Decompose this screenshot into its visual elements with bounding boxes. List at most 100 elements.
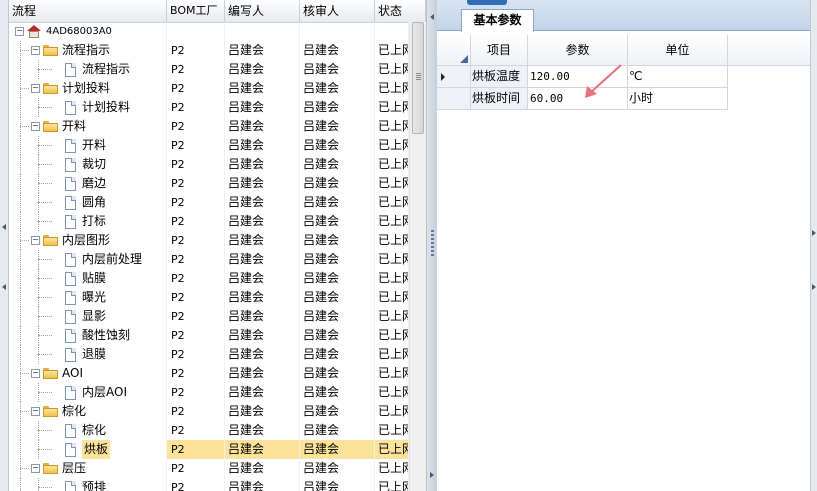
tree-row[interactable]: −层压P2吕建会吕建会已上网 [9,459,409,478]
status-cell[interactable]: 已上网 [375,478,409,491]
reviewer-cell[interactable]: 吕建会 [300,402,375,421]
writer-cell[interactable]: 吕建会 [225,212,300,231]
status-cell[interactable]: 已上网 [375,41,409,60]
tab-bar-handle[interactable] [467,0,507,5]
reviewer-cell[interactable]: 吕建会 [300,269,375,288]
status-cell[interactable]: 已上网 [375,345,409,364]
writer-cell[interactable]: 吕建会 [225,478,300,491]
writer-cell[interactable]: 吕建会 [225,117,300,136]
writer-cell[interactable]: 吕建会 [225,250,300,269]
row-indicator[interactable] [437,88,471,110]
scrollbar-thumb[interactable] [412,22,424,134]
writer-cell[interactable]: 吕建会 [225,459,300,478]
tree-row[interactable]: 内层前处理P2吕建会吕建会已上网 [9,250,409,269]
tree-node-cell[interactable]: − 4AD68003A0 [9,22,167,41]
row-indicator-icon[interactable] [437,66,471,88]
tree-node-cell[interactable]: − 流程指示 [9,41,167,60]
tree-row[interactable]: 显影P2吕建会吕建会已上网 [9,307,409,326]
bom-factory-cell[interactable]: P2 [167,155,225,174]
tree-node-cell[interactable]: − 棕化 [9,402,167,421]
status-cell[interactable]: 已上网 [375,60,409,79]
tree-node-cell[interactable]: − 内层图形 [9,231,167,250]
reviewer-cell[interactable]: 吕建会 [300,60,375,79]
reviewer-cell[interactable]: 吕建会 [300,383,375,402]
param-name-cell[interactable]: 烘板时间 [471,88,528,110]
writer-cell[interactable]: 吕建会 [225,60,300,79]
status-cell[interactable]: 已上网 [375,174,409,193]
column-header-process[interactable]: 流程 [9,0,167,22]
collapse-left-icon[interactable] [430,14,434,20]
bom-factory-cell[interactable]: P2 [167,440,225,459]
status-cell[interactable]: 已上网 [375,288,409,307]
bom-factory-cell[interactable]: P2 [167,459,225,478]
reviewer-cell[interactable]: 吕建会 [300,364,375,383]
tree-node-cell[interactable]: 内层前处理 [9,250,167,269]
tree-node-cell[interactable]: 圆角 [9,193,167,212]
writer-cell[interactable]: 吕建会 [225,402,300,421]
status-cell[interactable]: 已上网 [375,326,409,345]
tree-node-cell[interactable]: 贴膜 [9,269,167,288]
tree-node-cell[interactable]: 开料 [9,136,167,155]
reviewer-cell[interactable]: 吕建会 [300,326,375,345]
collapse-left-icon[interactable] [2,284,6,290]
tree-node-cell[interactable]: 酸性蚀刻 [9,326,167,345]
status-cell[interactable]: 已上网 [375,459,409,478]
param-unit-cell[interactable]: ℃ [628,66,728,88]
column-header-reviewer[interactable]: 核审人 [300,0,375,22]
collapse-toggle-icon[interactable]: − [31,236,40,245]
bom-factory-cell[interactable]: P2 [167,117,225,136]
writer-cell[interactable]: 吕建会 [225,307,300,326]
tree-row[interactable]: 曝光P2吕建会吕建会已上网 [9,288,409,307]
column-header-unit[interactable]: 单位 [628,35,728,66]
tree-row[interactable]: 打标P2吕建会吕建会已上网 [9,212,409,231]
writer-cell[interactable]: 吕建会 [225,364,300,383]
tree-row[interactable]: − 4AD68003A0 [9,22,409,41]
left-collapse-strip[interactable] [0,0,9,491]
tree-row[interactable]: −计划投料P2吕建会吕建会已上网 [9,79,409,98]
reviewer-cell[interactable]: 吕建会 [300,231,375,250]
status-cell[interactable]: 已上网 [375,383,409,402]
writer-cell[interactable]: 吕建会 [225,231,300,250]
reviewer-cell[interactable]: 吕建会 [300,250,375,269]
reviewer-cell[interactable]: 吕建会 [300,421,375,440]
writer-cell[interactable]: 吕建会 [225,98,300,117]
tree-row[interactable]: 开料P2吕建会吕建会已上网 [9,136,409,155]
status-cell[interactable]: 已上网 [375,307,409,326]
tree-row[interactable]: −流程指示P2吕建会吕建会已上网 [9,41,409,60]
writer-cell[interactable]: 吕建会 [225,345,300,364]
writer-cell[interactable]: 吕建会 [225,155,300,174]
tree-row[interactable]: 棕化P2吕建会吕建会已上网 [9,421,409,440]
bom-factory-cell[interactable]: P2 [167,364,225,383]
status-cell[interactable]: 已上网 [375,269,409,288]
bom-factory-cell[interactable]: P2 [167,41,225,60]
tree-row[interactable]: −AOIP2吕建会吕建会已上网 [9,364,409,383]
reviewer-cell[interactable]: 吕建会 [300,212,375,231]
tree-node-cell[interactable]: 计划投料 [9,98,167,117]
writer-cell[interactable]: 吕建会 [225,326,300,345]
bom-factory-cell[interactable]: P2 [167,193,225,212]
tree-row[interactable]: 烘板P2吕建会吕建会已上网 [9,440,409,459]
writer-cell[interactable] [225,22,300,41]
tree-row[interactable]: 预排P2吕建会吕建会已上网 [9,478,409,491]
tree-node-cell[interactable]: 流程指示 [9,60,167,79]
bom-factory-cell[interactable] [167,22,225,41]
status-cell[interactable]: 已上网 [375,117,409,136]
tree-row[interactable]: 圆角P2吕建会吕建会已上网 [9,193,409,212]
status-cell[interactable]: 已上网 [375,364,409,383]
reviewer-cell[interactable]: 吕建会 [300,98,375,117]
tree-row[interactable]: −棕化P2吕建会吕建会已上网 [9,402,409,421]
grid-corner-icon[interactable] [437,35,471,66]
reviewer-cell[interactable]: 吕建会 [300,459,375,478]
tree-row[interactable]: 流程指示P2吕建会吕建会已上网 [9,60,409,79]
status-cell[interactable]: 已上网 [375,250,409,269]
bom-factory-cell[interactable]: P2 [167,98,225,117]
status-cell[interactable]: 已上网 [375,421,409,440]
writer-cell[interactable]: 吕建会 [225,174,300,193]
writer-cell[interactable]: 吕建会 [225,41,300,60]
expand-right-icon[interactable] [812,284,816,290]
right-collapse-strip[interactable] [810,0,817,491]
tab-basic-parameters[interactable]: 基本参数 [461,9,534,32]
bom-factory-cell[interactable]: P2 [167,478,225,491]
tree-node-cell[interactable]: 裁切 [9,155,167,174]
tree-node-cell[interactable]: 棕化 [9,421,167,440]
